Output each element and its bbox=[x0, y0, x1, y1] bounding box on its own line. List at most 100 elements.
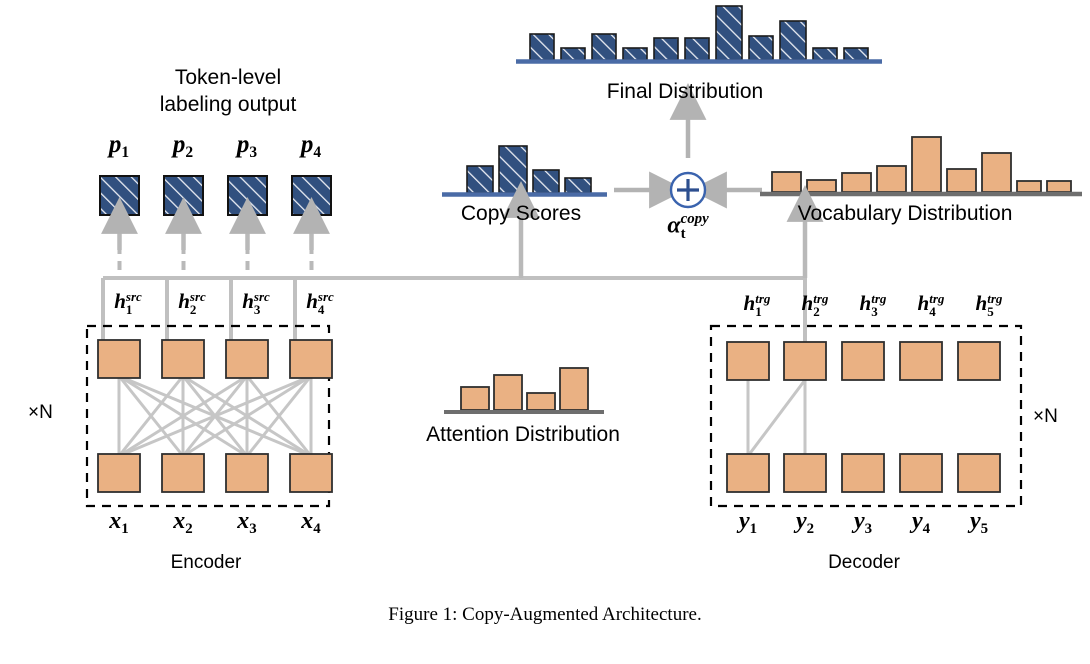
copy-scores-bars bbox=[466, 145, 592, 194]
encoder-cell bbox=[97, 453, 141, 493]
decoder-repeat-label: ×N bbox=[1033, 406, 1058, 427]
token-level-label-line1: Token-level bbox=[174, 66, 282, 89]
decoder-connections bbox=[746, 379, 807, 457]
decoder-hidden-label-5: h trg 5 bbox=[975, 290, 1003, 320]
decoder-cell bbox=[783, 453, 827, 493]
bar bbox=[466, 165, 494, 194]
decoder-cell bbox=[899, 341, 943, 381]
token-level-label-line2: labeling output bbox=[159, 93, 297, 116]
token-output-label-p1: p1 bbox=[108, 131, 130, 161]
vocabulary-distribution-bars bbox=[771, 136, 1072, 193]
token-output-square bbox=[291, 175, 332, 216]
bar bbox=[748, 35, 774, 61]
bar bbox=[560, 47, 586, 61]
bar bbox=[559, 367, 589, 411]
token-output-label-p2: p2 bbox=[172, 131, 194, 161]
bar bbox=[532, 169, 560, 194]
decoder-cells-bottom bbox=[726, 453, 1001, 493]
bar bbox=[498, 145, 528, 194]
encoder-cell bbox=[161, 453, 205, 493]
encoder-cells-top bbox=[97, 339, 333, 379]
figure-caption: Figure 1: Copy-Augmented Architecture. bbox=[388, 604, 702, 625]
vocabulary-distribution-title: Vocabulary Distribution bbox=[797, 202, 1013, 225]
decoder-hidden-label-3: h trg 3 bbox=[859, 290, 887, 320]
copy-scores-title: Copy Scores bbox=[460, 202, 582, 225]
bar bbox=[841, 172, 872, 193]
encoder-cell bbox=[161, 339, 205, 379]
token-output-label-p4: p4 bbox=[300, 131, 322, 161]
decoder-input-label-y3: y3 bbox=[853, 508, 873, 537]
combine-node bbox=[669, 171, 707, 209]
bar bbox=[1016, 180, 1042, 193]
bar bbox=[526, 392, 556, 411]
encoder-cell bbox=[225, 339, 269, 379]
encoder-hidden-label-3: h src 3 bbox=[242, 288, 270, 318]
bar bbox=[779, 20, 807, 61]
decoder-cell bbox=[726, 341, 770, 381]
encoder-input-label-x4: x4 bbox=[301, 508, 321, 537]
encoder-connections bbox=[117, 374, 313, 458]
bar bbox=[981, 152, 1012, 193]
token-output-square bbox=[163, 175, 204, 216]
encoder-cell bbox=[289, 453, 333, 493]
decoder-cell bbox=[841, 453, 885, 493]
decoder-input-label-y5: y5 bbox=[969, 508, 989, 537]
final-distribution-title: Final Distribution bbox=[606, 80, 764, 103]
attention-distribution-bars bbox=[460, 367, 589, 411]
bar bbox=[591, 33, 617, 61]
bar bbox=[812, 47, 838, 61]
encoder-block bbox=[85, 324, 333, 508]
encoder-input-label-x3: x3 bbox=[237, 508, 257, 537]
encoder-cell bbox=[97, 339, 141, 379]
bar bbox=[911, 136, 942, 193]
decoder-cell bbox=[899, 453, 943, 493]
bar bbox=[806, 179, 837, 193]
encoder-hidden-label-4: h src 4 bbox=[306, 288, 334, 318]
bar bbox=[460, 386, 490, 411]
bar bbox=[622, 47, 648, 61]
decoder-input-label-y4: y4 bbox=[911, 508, 931, 537]
decoder-cell bbox=[957, 453, 1001, 493]
decoder-hidden-label-2: h trg 2 bbox=[801, 290, 829, 320]
final-distribution-bars bbox=[529, 5, 869, 61]
decoder-input-label-y2: y2 bbox=[795, 508, 815, 537]
chart-vocabulary-distribution bbox=[760, 136, 1082, 197]
token-output-arrows bbox=[101, 197, 330, 270]
decoder-block bbox=[709, 324, 1023, 508]
encoder-input-label-x2: x2 bbox=[173, 508, 193, 537]
token-output-square bbox=[227, 175, 268, 216]
bar bbox=[946, 168, 977, 193]
decoder-hidden-label-4: h trg 4 bbox=[917, 290, 945, 320]
chart-final-distribution bbox=[516, 5, 882, 64]
decoder-cell bbox=[957, 341, 1001, 381]
bar bbox=[843, 47, 869, 61]
bar bbox=[653, 37, 679, 61]
chart-attention-distribution bbox=[444, 367, 604, 414]
encoder-repeat-label: ×N bbox=[28, 402, 53, 423]
encoder-input-label-x1: x1 bbox=[109, 508, 129, 537]
decoder-input-label-y1: y1 bbox=[738, 508, 758, 537]
chart-copy-scores bbox=[442, 145, 607, 197]
token-output-squares bbox=[99, 175, 332, 216]
bar bbox=[771, 171, 802, 193]
decoder-cell bbox=[783, 341, 827, 381]
encoder-hidden-label-2: h src 2 bbox=[178, 288, 206, 318]
attention-distribution-title: Attention Distribution bbox=[426, 423, 620, 446]
encoder-hidden-label-1: h src 1 bbox=[114, 288, 142, 318]
bar bbox=[529, 33, 555, 61]
bar bbox=[715, 5, 743, 61]
bar bbox=[493, 374, 523, 411]
decoder-cell bbox=[726, 453, 770, 493]
decoder-title: Decoder bbox=[828, 552, 900, 573]
encoder-cell bbox=[289, 339, 333, 379]
encoder-cell bbox=[225, 453, 269, 493]
bar bbox=[684, 37, 710, 61]
encoder-cells-bottom bbox=[97, 453, 333, 493]
token-output-square bbox=[99, 175, 140, 216]
bar bbox=[876, 165, 907, 193]
bar bbox=[564, 177, 592, 194]
bar bbox=[1046, 180, 1072, 193]
token-output-label-p3: p3 bbox=[236, 131, 258, 161]
decoder-hidden-label-1: h trg 1 bbox=[743, 290, 771, 320]
encoder-title: Encoder bbox=[170, 552, 242, 573]
